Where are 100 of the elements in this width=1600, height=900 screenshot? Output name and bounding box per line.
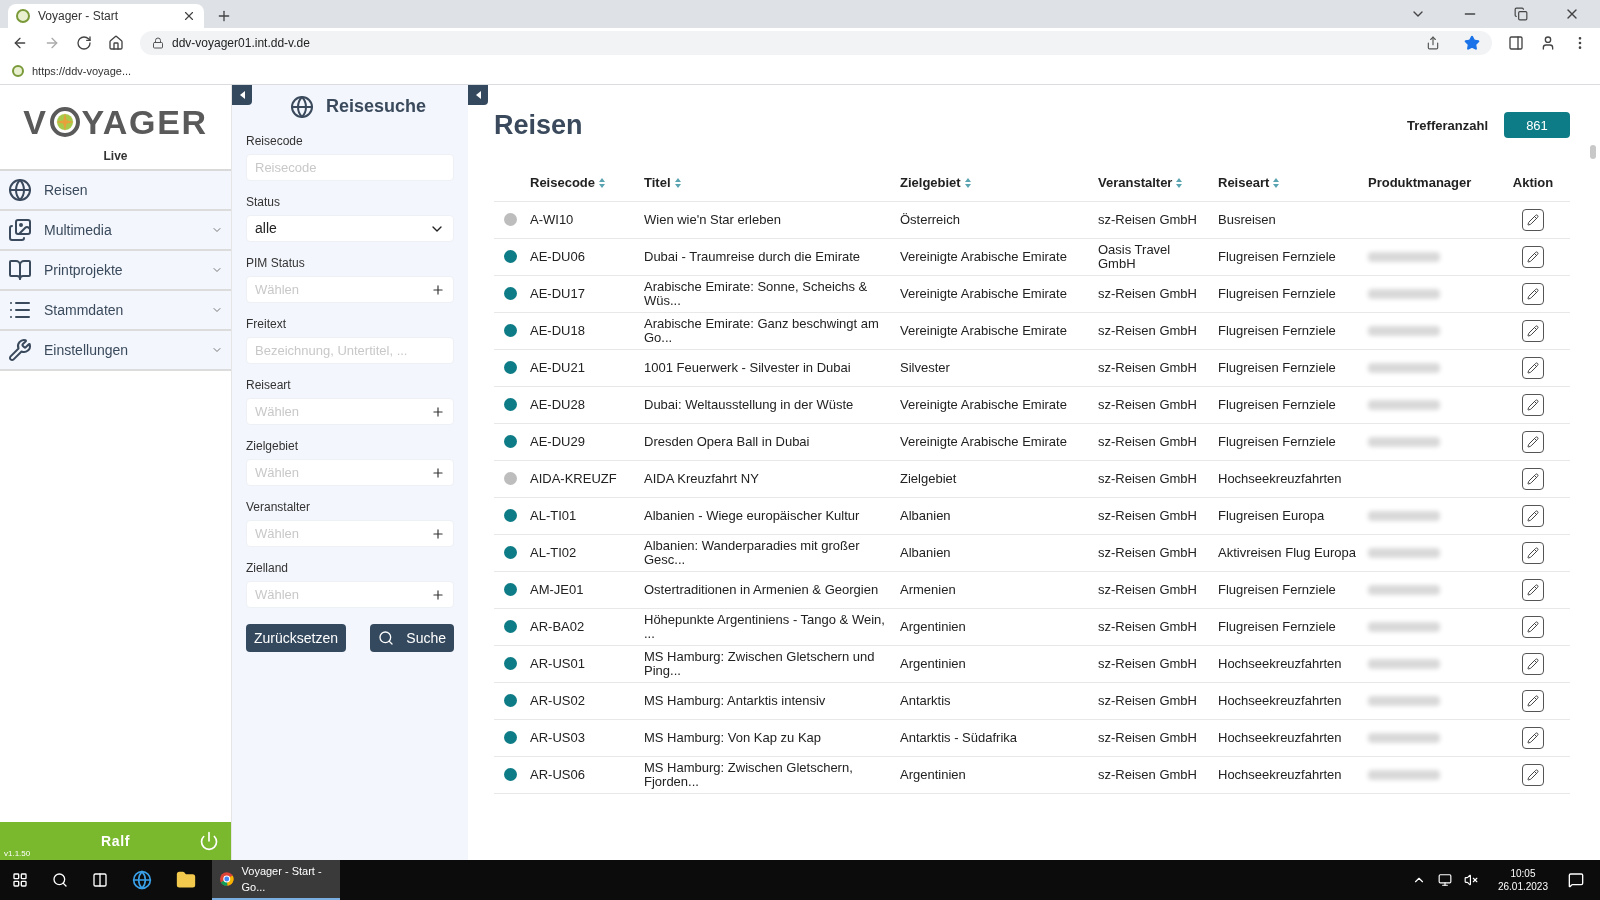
column-header[interactable]: Reisecode <box>530 173 644 193</box>
new-tab-icon[interactable] <box>216 8 232 24</box>
table-cell-text: AR-US02 <box>530 693 586 708</box>
lock-icon <box>152 37 164 49</box>
column-header[interactable]: Zielgebiet <box>900 173 1098 193</box>
collapse-button[interactable] <box>468 85 488 105</box>
sort-icon[interactable] <box>1273 178 1280 188</box>
reset-button[interactable]: Zurücksetzen <box>246 624 347 652</box>
network-icon[interactable] <box>1437 873 1452 887</box>
table-cell-text: Antarktis - Südafrika <box>900 730 1019 745</box>
side-panel-icon[interactable] <box>1508 35 1524 51</box>
clock-date[interactable]: 26.01.2023 <box>1497 880 1548 893</box>
windows-start-icon[interactable] <box>12 872 28 888</box>
scrollbar-thumb[interactable] <box>1590 145 1596 159</box>
speaker-muted-icon[interactable] <box>1463 873 1478 887</box>
table-row[interactable]: AE-DU21 1001 Feuerwerk - Silvester in Dubai Silvester sz-Reisen GmbH Flugreisen Fernziele <box>494 349 1570 387</box>
table-row[interactable]: AL-TI01 Albanien - Wiege europäischer Kultur Albanien sz-Reisen GmbH Flugreisen Europa <box>494 497 1570 535</box>
field-label: Reisecode <box>246 133 304 150</box>
browser-tab[interactable]: Voyager - Start <box>8 4 204 28</box>
column-header: Aktion <box>1511 174 1555 193</box>
table-cell-text: Arabische Emirate: Sonne, Scheichs & Wüs... <box>644 279 869 308</box>
edit-button[interactable] <box>1522 430 1544 453</box>
table-row[interactable]: AM-JE01 Ostertraditionen in Armenien & Georgien Armenien sz-Reisen GmbH Flugreisen Fernziele <box>494 571 1570 609</box>
edit-button[interactable] <box>1522 652 1544 675</box>
table-row[interactable]: AR-US01 MS Hamburg: Zwischen Gletschern und Ping... Argentinien sz-Reisen GmbH Hochseekreuzfahrten <box>494 645 1570 683</box>
edit-button[interactable] <box>1522 245 1544 268</box>
table-cell-text: sz-Reisen GmbH <box>1098 434 1198 449</box>
nav-item[interactable]: Reisen <box>0 171 231 211</box>
table-cell-text: Flugreisen Fernziele <box>1218 323 1337 338</box>
column-header[interactable]: Veranstalter <box>1098 173 1218 193</box>
sort-icon[interactable] <box>674 178 681 188</box>
sort-icon[interactable] <box>599 178 606 188</box>
table-row[interactable]: AE-DU28 Dubai: Weltausstellung in der Wüste Vereinigte Arabische Emirate sz-Reisen GmbH Flugreisen Fernziele <box>494 386 1570 424</box>
star-icon[interactable] <box>1464 35 1480 51</box>
table-row[interactable]: AE-DU17 Arabische Emirate: Sonne, Scheichs & Wüs... Vereinigte Arabische Emirate sz-Reisen GmbH Flugreisen Fernziele <box>494 275 1570 313</box>
wrench-icon <box>8 338 32 362</box>
table-row[interactable]: A-WI10 Wien wie'n Star erleben Österreich sz-Reisen GmbH Busreisen <box>494 201 1570 239</box>
table-row[interactable]: AL-TI02 Albanien: Wanderparadies mit großer Gesc... Albanien sz-Reisen GmbH Aktivreisen Flug Europa <box>494 534 1570 572</box>
table-cell-text: Armenien <box>900 582 957 597</box>
pencil-icon <box>1527 472 1539 485</box>
table-cell-text: Oasis Travel GmbH <box>1098 242 1172 271</box>
table-row[interactable]: AR-BA02 Höhepunkte Argentiniens - Tango & Wein, ... Argentinien sz-Reisen GmbH Flugreisen Fernziele <box>494 608 1570 646</box>
browser-icon[interactable] <box>132 870 152 890</box>
column-header: Produktmanager <box>1368 174 1473 193</box>
folder-icon[interactable] <box>176 870 196 890</box>
restore-icon[interactable] <box>1514 7 1528 21</box>
reload-icon[interactable] <box>76 35 92 51</box>
table-row[interactable]: AR-US06 MS Hamburg: Zwischen Gletschern, Fjorden... Argentinien sz-Reisen GmbH Hochseekreuzfahrten <box>494 756 1570 794</box>
search-button[interactable]: Suche <box>370 624 454 652</box>
edit-button[interactable] <box>1522 578 1544 601</box>
notification-icon[interactable] <box>1568 872 1584 888</box>
nav-item[interactable]: Multimedia <box>0 211 231 251</box>
table-row[interactable]: AIDA-KREUZF AIDA Kreuzfahrt NY Zielgebiet sz-Reisen GmbH Hochseekreuzfahrten <box>494 460 1570 498</box>
column-header[interactable]: Reiseart <box>1218 173 1368 193</box>
table-cell-text: Dubai - Traumreise durch die Emirate <box>644 249 862 264</box>
edit-button[interactable] <box>1522 319 1544 342</box>
collapse-button[interactable] <box>232 85 252 105</box>
bookmark-item[interactable]: https://ddv-voyage... <box>12 62 132 80</box>
voyager-logo: V YAGER <box>23 105 208 139</box>
table-row[interactable]: AR-US02 MS Hamburg: Antarktis intensiv Antarktis sz-Reisen GmbH Hochseekreuzfahrten <box>494 682 1570 720</box>
nav-item[interactable]: Einstellungen <box>0 331 231 371</box>
edit-button[interactable] <box>1522 541 1544 564</box>
globe-search-icon <box>289 94 314 119</box>
nav-item[interactable]: Stammdaten <box>0 291 231 331</box>
edit-button[interactable] <box>1522 356 1544 379</box>
count-badge: 861 <box>1504 112 1570 139</box>
pencil-icon <box>1527 657 1539 670</box>
edit-button[interactable] <box>1522 282 1544 305</box>
address-bar[interactable]: ddv-voyager01.int.dd-v.de <box>140 31 1492 55</box>
sort-icon[interactable] <box>964 178 971 188</box>
edit-button[interactable] <box>1522 208 1544 231</box>
home-icon[interactable] <box>108 35 124 51</box>
close-icon[interactable] <box>182 9 196 23</box>
nav-item[interactable]: Printprojekte <box>0 251 231 291</box>
table-row[interactable]: AE-DU06 Dubai - Traumreise durch die Emirate Vereinigte Arabische Emirate Oasis Travel GmbH Flugreisen Fernziele <box>494 238 1570 276</box>
edit-button[interactable] <box>1522 689 1544 712</box>
task-view-icon[interactable] <box>92 872 108 888</box>
edit-button[interactable] <box>1522 615 1544 638</box>
edit-button[interactable] <box>1522 504 1544 527</box>
clock-time[interactable]: 10:05 <box>1510 867 1536 880</box>
favicon-icon <box>12 65 24 77</box>
column-header[interactable]: Titel <box>644 173 900 193</box>
edit-button[interactable] <box>1522 726 1544 749</box>
profile-icon[interactable] <box>1540 35 1556 51</box>
table-cell-text: AE-DU18 <box>530 323 586 338</box>
table-row[interactable]: AE-DU18 Arabische Emirate: Ganz beschwingt am Go... Vereinigte Arabische Emirate sz-Reisen GmbH Flugreisen Fernziele <box>494 312 1570 350</box>
back-icon[interactable] <box>12 35 28 51</box>
status-dropdown[interactable]: alle <box>246 215 454 242</box>
sort-icon[interactable] <box>1176 178 1183 188</box>
table-row[interactable]: AR-US03 MS Hamburg: Von Kap zu Kap Antarktis - Südafrika sz-Reisen GmbH Hochseekreuzfahrten <box>494 719 1570 757</box>
table-row[interactable]: AE-DU29 Dresden Opera Ball in Dubai Vereinigte Arabische Emirate sz-Reisen GmbH Flugreisen Fernziele <box>494 423 1570 461</box>
table-cell-text: MS Hamburg: Antarktis intensiv <box>644 693 827 708</box>
plus-icon <box>431 526 445 541</box>
taskbar-app[interactable]: Voyager - Start - Go... <box>212 860 340 900</box>
search-icon[interactable] <box>52 872 68 888</box>
edit-button[interactable] <box>1522 393 1544 416</box>
share-icon[interactable] <box>1426 36 1440 50</box>
edit-button[interactable] <box>1522 763 1544 786</box>
edit-button[interactable] <box>1522 467 1544 490</box>
table-cell-text: MS Hamburg: Zwischen Gletschern, Fjorden... <box>644 760 854 789</box>
